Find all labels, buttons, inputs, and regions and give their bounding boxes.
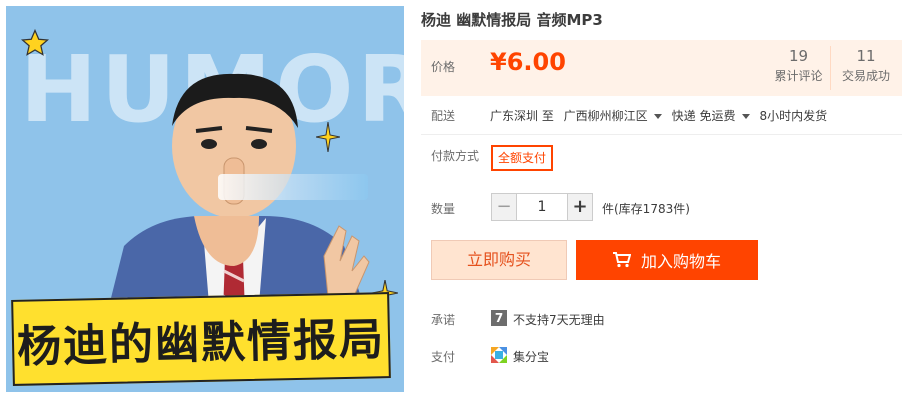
section-divider [421, 134, 902, 135]
pay-method-label: 支付 [431, 350, 456, 364]
review-count-label: 累计评论 [774, 69, 823, 83]
chevron-down-icon [653, 114, 662, 119]
price-label: 价格 [431, 60, 456, 74]
shipping-label: 配送 [431, 109, 456, 123]
shipping-destination-select[interactable]: 广西柳州柳江区 [564, 109, 672, 123]
add-to-cart-label: 加入购物车 [640, 252, 721, 271]
product-image[interactable]: HUMOR 杨迪的幽默情报局 [6, 6, 404, 392]
cart-icon [612, 252, 631, 268]
stock-info: 件(库存1783件) [602, 202, 690, 216]
shipping-from: 广东深圳 至 [490, 109, 554, 123]
pay-method-text[interactable]: 集分宝 [513, 348, 549, 365]
quantity-decrease-button[interactable]: − [491, 193, 517, 221]
payment-type-label: 付款方式 [431, 149, 480, 163]
seven-day-icon: 7 [491, 310, 507, 326]
review-count: 19 [788, 47, 809, 65]
promise-label: 承诺 [431, 313, 456, 327]
image-banner-text: 杨迪的幽默情报局 [16, 314, 386, 373]
dispatch-time: 8小时内发货 [759, 109, 828, 123]
star-icon [20, 28, 50, 56]
buy-now-button[interactable]: 立即购买 [431, 240, 567, 280]
shipping-details: 广东深圳 至 广西柳州柳江区 快递 免运费 8小时内发货 [490, 107, 827, 124]
image-banner: 杨迪的幽默情报局 [11, 292, 391, 386]
shipping-method: 快递 免运费 [671, 109, 736, 123]
price-value: ¥6.00 [490, 48, 566, 76]
trade-count-label: 交易成功 [841, 69, 890, 83]
payment-option-full[interactable]: 全额支付 [491, 145, 554, 171]
trade-count-stat: 11 交易成功 [833, 46, 899, 86]
chevron-down-icon [741, 114, 750, 119]
review-count-stat[interactable]: 19 累计评论 [767, 46, 831, 90]
price-panel: 价格 ¥6.00 19 累计评论 11 交易成功 [421, 40, 902, 96]
promise-text[interactable]: 不支持7天无理由 [513, 311, 605, 328]
quantity-label: 数量 [431, 202, 456, 216]
quantity-input[interactable]: 1 [517, 193, 567, 221]
blurred-overlay [218, 174, 368, 200]
jifenbao-icon [491, 347, 507, 363]
quantity-stepper: − 1 + [491, 193, 593, 221]
add-to-cart-button[interactable]: 加入购物车 [576, 240, 758, 280]
shipping-destination: 广西柳州柳江区 [563, 109, 648, 123]
product-title: 杨迪 幽默情报局 音频MP3 [421, 11, 603, 29]
quantity-increase-button[interactable]: + [567, 193, 593, 221]
trade-count: 11 [856, 47, 876, 65]
shipping-method-select[interactable]: 快递 免运费 [672, 109, 760, 123]
